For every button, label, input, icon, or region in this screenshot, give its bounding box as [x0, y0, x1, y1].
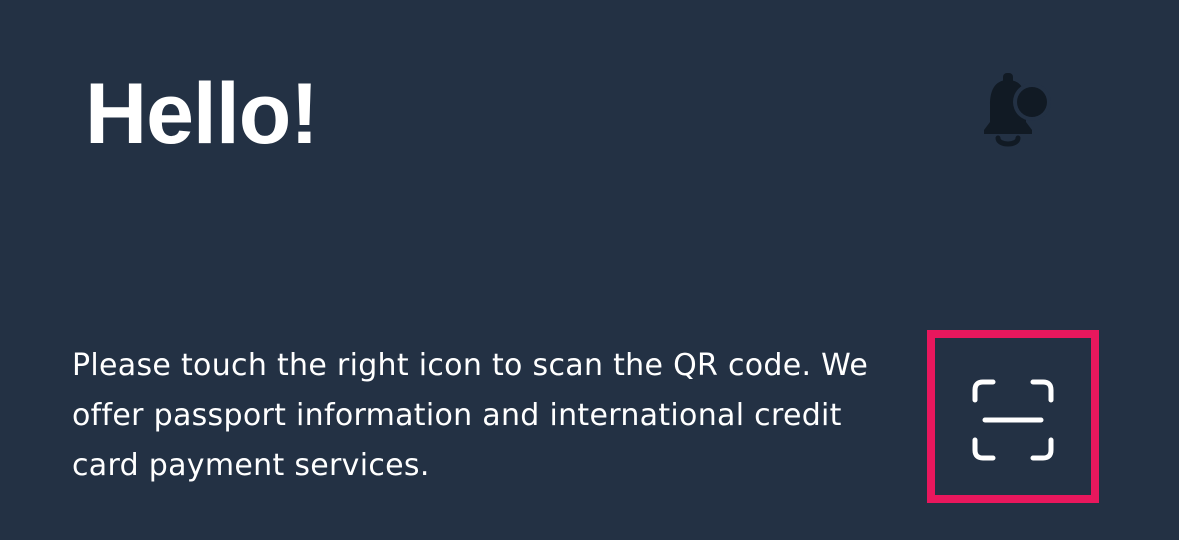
bell-icon — [976, 70, 1056, 154]
scan-instructions: Please touch the right icon to scan the … — [72, 348, 869, 483]
greeting-title: Hello! — [85, 66, 319, 162]
qr-scan-button[interactable] — [927, 330, 1099, 503]
notification-button[interactable] — [976, 70, 1056, 154]
